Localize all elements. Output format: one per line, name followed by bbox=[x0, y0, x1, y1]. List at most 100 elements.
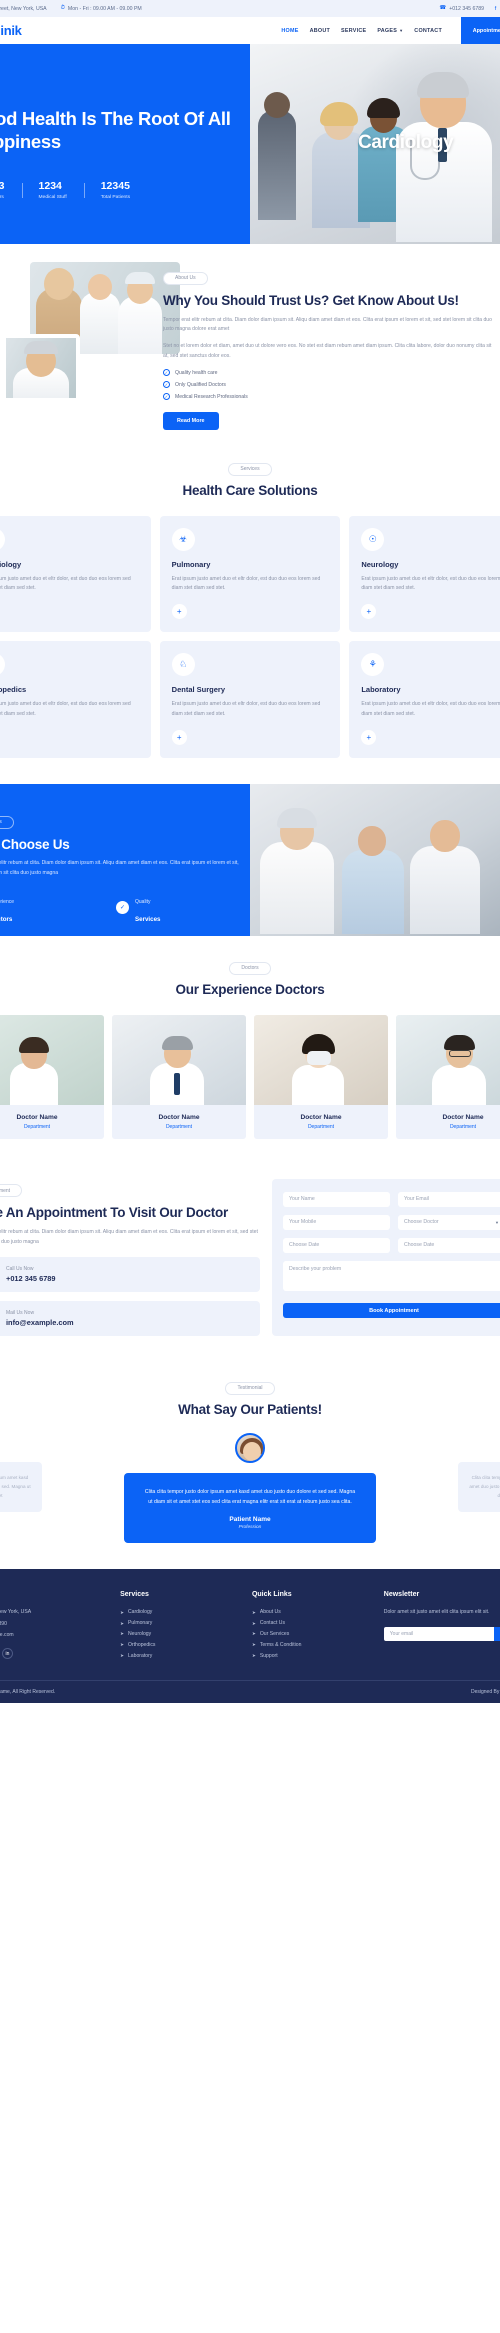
about-image-small bbox=[2, 334, 80, 402]
newsletter-email-input[interactable]: Your email bbox=[383, 1626, 494, 1641]
why-feature-line2: Services bbox=[135, 915, 161, 923]
footer-quick-link[interactable]: ➤ Our Services bbox=[252, 1629, 374, 1640]
service-card-cardiology[interactable]: ❤ Cardiology Erat ipsum justo amet duo e… bbox=[0, 515, 151, 633]
service-card-pulmonary[interactable]: ☣ Pulmonary Erat ipsum justo amet duo et… bbox=[159, 515, 341, 633]
plus-icon[interactable]: + bbox=[361, 730, 377, 746]
footer-address-email: info@example.com bbox=[0, 1631, 14, 1638]
chevron-down-icon: ▼ bbox=[495, 1219, 499, 1225]
appointment-paragraph: Tempor erat elitr rebum at clita. Diam d… bbox=[0, 1229, 258, 1246]
email-input[interactable]: Your Email bbox=[398, 1191, 500, 1207]
chevron-right-icon: ➤ bbox=[120, 1631, 124, 1637]
footer-service-link[interactable]: ➤ Orthopedics bbox=[120, 1640, 242, 1651]
why-feature-text: Quality Services bbox=[135, 890, 160, 926]
service-card-text: Erat ipsum justo amet duo et eltr dolor,… bbox=[171, 701, 321, 718]
phone-icon: ☎ bbox=[439, 4, 447, 11]
service-card-title: Laboratory bbox=[361, 685, 401, 695]
doctor-name: Doctor Name bbox=[158, 1113, 200, 1121]
about-small-hair bbox=[24, 341, 58, 354]
wheelchair-icon: ♿ bbox=[0, 653, 5, 677]
service-card-laboratory[interactable]: ⚘ Laboratory Erat ipsum justo amet duo e… bbox=[349, 641, 500, 759]
footer-quick-link[interactable]: ➤ Contact Us bbox=[252, 1618, 374, 1629]
hero-title: Good Health Is The Root Of All Heppiness bbox=[0, 108, 231, 152]
nav-item-pages[interactable]: PAGES ▼ bbox=[377, 28, 403, 34]
time-input[interactable]: Choose Date bbox=[398, 1237, 500, 1253]
doctor-card[interactable]: Doctor Name Department bbox=[112, 1014, 246, 1139]
appointment-call-card[interactable]: ☎ Call Us Now +012 345 6789 bbox=[0, 1257, 260, 1293]
service-card-text: Erat ipsum justo amet duo et eltr dolor,… bbox=[361, 701, 500, 718]
testimonial-card-next[interactable]: Clita clita tempor justo dolor ipsum ame… bbox=[458, 1462, 500, 1513]
newsletter-signup-button[interactable]: SignUp bbox=[493, 1626, 500, 1641]
avatar-face bbox=[243, 1441, 261, 1461]
footer-quick-label: Support bbox=[259, 1652, 278, 1659]
nav-item-about[interactable]: ABOUT bbox=[310, 28, 330, 34]
facebook-icon[interactable]: f bbox=[491, 0, 500, 17]
doctor-select[interactable]: Choose Doctor ▼ bbox=[398, 1214, 500, 1230]
stat-medical-stuff-value: 1234 bbox=[38, 180, 62, 193]
nav-item-service[interactable]: SERVICE bbox=[341, 28, 366, 34]
footer-quick-link[interactable]: ➤ Terms & Condition bbox=[252, 1640, 374, 1651]
footer-service-label: Cardiology bbox=[127, 1609, 153, 1616]
doctor-name: Doctor Name bbox=[442, 1113, 484, 1121]
hero-section: Good Health Is The Root Of All Heppiness… bbox=[0, 44, 500, 244]
hero-person-1-body bbox=[258, 110, 296, 220]
nav-item-home[interactable]: HOME bbox=[281, 28, 298, 34]
testimonial-card-active: Clita clita tempor justo dolor ipsum ame… bbox=[124, 1472, 376, 1544]
footer-quick-label: Terms & Condition bbox=[259, 1641, 302, 1648]
service-card-dental-surgery[interactable]: ♘ Dental Surgery Erat ipsum justo amet d… bbox=[159, 641, 341, 759]
doctor-photo bbox=[0, 1014, 104, 1105]
doctor-card[interactable]: Doctor Name Department bbox=[254, 1014, 388, 1139]
nav-item-contact[interactable]: CONTACT bbox=[414, 28, 442, 34]
footer-service-label: Pulmonary bbox=[127, 1620, 153, 1627]
read-more-button[interactable]: Read More bbox=[163, 412, 219, 431]
footer-credit: Designed By HTML Codex bbox=[470, 1688, 500, 1695]
date-input[interactable]: Choose Date bbox=[283, 1237, 390, 1253]
book-appointment-button[interactable]: Book Appointment bbox=[283, 1303, 500, 1319]
footer-quick-link[interactable]: ➤ Support bbox=[252, 1651, 374, 1662]
appointment-pill: Appointment bbox=[0, 1184, 23, 1198]
footer-service-label: Neurology bbox=[127, 1630, 152, 1637]
footer-service-label: Laboratory bbox=[127, 1652, 153, 1659]
appointment-button[interactable]: Appointment bbox=[460, 17, 500, 44]
about-pill: About Us bbox=[163, 271, 208, 285]
linkedin-icon[interactable]: in bbox=[2, 1648, 13, 1660]
why-paragraph: Tempor erat elitr rebum at clita. Diam d… bbox=[0, 859, 239, 876]
footer-service-link[interactable]: ➤ Pulmonary bbox=[120, 1618, 242, 1629]
topbar-right: ☎ +012 345 6789 f bbox=[439, 0, 500, 17]
plus-icon[interactable]: + bbox=[361, 604, 377, 620]
plus-icon[interactable]: + bbox=[171, 604, 187, 620]
services-header: Services Health Care Solutions bbox=[0, 457, 500, 498]
footer-newsletter-heading: Newsletter bbox=[383, 1591, 420, 1599]
service-card-text: Erat ipsum justo amet duo et eltr dolor,… bbox=[0, 575, 131, 592]
doctor-card[interactable]: Doctor Name Department bbox=[396, 1014, 500, 1139]
hero-overlay-word: Cardiology bbox=[358, 132, 454, 153]
plus-icon[interactable]: + bbox=[171, 730, 187, 746]
footer-service-link[interactable]: ➤ Laboratory bbox=[120, 1651, 242, 1662]
doctor-card[interactable]: Doctor Name Department bbox=[0, 1014, 104, 1139]
appointment-mail-text: Mail Us Now info@example.com bbox=[6, 1310, 74, 1327]
footer-service-link[interactable]: ➤ Neurology bbox=[120, 1629, 242, 1640]
footer-service-link[interactable]: ➤ Cardiology bbox=[120, 1607, 242, 1618]
name-input[interactable]: Your Name bbox=[283, 1191, 390, 1207]
why-choose-us-section: Features Why Choose Us Tempor erat elitr… bbox=[0, 784, 500, 937]
footer-quick-link[interactable]: ➤ About Us bbox=[252, 1607, 374, 1618]
appointment-mail-card[interactable]: ✉ Mail Us Now info@example.com bbox=[0, 1301, 260, 1337]
testimonial-card-previous[interactable]: Clita clita tempor justo dolor ipsum ame… bbox=[0, 1462, 42, 1513]
why-person-2-body bbox=[342, 850, 404, 935]
page-root: ● 123 Street, New York, USA ⏱ Mon - Fri … bbox=[0, 0, 500, 1703]
service-card-orthopedics[interactable]: ♿ Orthopedics Erat ipsum justo amet duo … bbox=[0, 641, 151, 759]
service-card-neurology[interactable]: ☉ Neurology Erat ipsum justo amet duo et… bbox=[349, 515, 500, 633]
why-title: Why Choose Us bbox=[0, 836, 70, 852]
topbar-phone[interactable]: ☎ +012 345 6789 bbox=[439, 4, 484, 11]
hero-stats: 123 Doctors 1234 Medical Stuff 12345 Tot… bbox=[0, 181, 238, 200]
site-logo[interactable]: Clinik bbox=[0, 23, 22, 38]
testimonial-quote: Clita clita tempor justo dolor ipsum ame… bbox=[144, 1488, 356, 1505]
footer-copyright: © Your Site Name, All Right Reserved. bbox=[0, 1688, 56, 1695]
services-section: Services Health Care Solutions ❤ Cardiol… bbox=[0, 439, 500, 785]
why-image bbox=[250, 784, 500, 937]
about-images bbox=[2, 262, 180, 402]
why-feature-text: Positive Consultation bbox=[0, 936, 27, 937]
mobile-input[interactable]: Your Mobile bbox=[283, 1214, 390, 1230]
footer-quick-label: About Us bbox=[259, 1609, 281, 1616]
problem-textarea[interactable]: Describe your problem bbox=[283, 1260, 500, 1291]
service-card-text: Erat ipsum justo amet duo et eltr dolor,… bbox=[171, 575, 321, 592]
